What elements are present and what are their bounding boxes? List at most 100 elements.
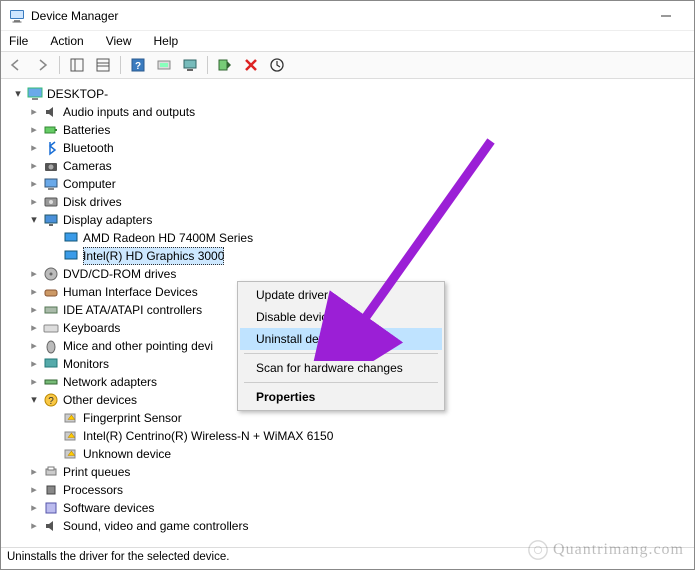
node-label: Software devices xyxy=(63,499,154,517)
back-button[interactable] xyxy=(5,54,27,76)
node-label: Computer xyxy=(63,175,116,193)
expand-icon[interactable] xyxy=(27,373,41,391)
expand-icon[interactable] xyxy=(27,463,41,481)
node-label: Unknown device xyxy=(83,445,171,463)
tree-node[interactable]: Display adapters xyxy=(5,211,692,229)
minimize-button[interactable] xyxy=(646,2,686,30)
scan-hardware-button[interactable] xyxy=(266,54,288,76)
ctx-properties[interactable]: Properties xyxy=(240,386,442,408)
expand-icon[interactable] xyxy=(27,211,41,229)
warning-icon xyxy=(63,428,79,444)
menubar: File Action View Help xyxy=(1,31,694,51)
tree-root[interactable]: DESKTOP- xyxy=(5,85,692,103)
ctx-separator xyxy=(244,382,438,383)
node-label: Print queues xyxy=(63,463,130,481)
expand-icon[interactable] xyxy=(27,139,41,157)
disable-device-icon[interactable] xyxy=(179,54,201,76)
tree-node[interactable]: Batteries xyxy=(5,121,692,139)
context-menu: Update driver Disable device Uninstall d… xyxy=(237,281,445,411)
keyboard-icon xyxy=(43,320,59,336)
tree-leaf[interactable]: Intel(R) Centrino(R) Wireless-N + WiMAX … xyxy=(5,427,692,445)
node-label: Display adapters xyxy=(63,211,152,229)
tree-node[interactable]: Computer xyxy=(5,175,692,193)
ctx-scan-hardware[interactable]: Scan for hardware changes xyxy=(240,357,442,379)
forward-button[interactable] xyxy=(31,54,53,76)
other-icon: ? xyxy=(43,392,59,408)
menu-action[interactable]: Action xyxy=(46,32,87,50)
expand-icon[interactable] xyxy=(27,319,41,337)
enable-action-icon[interactable] xyxy=(214,54,236,76)
expand-icon[interactable] xyxy=(27,265,41,283)
tree-node[interactable]: Cameras xyxy=(5,157,692,175)
hid-icon xyxy=(43,284,59,300)
expand-icon[interactable] xyxy=(27,121,41,139)
tree-node[interactable]: Audio inputs and outputs xyxy=(5,103,692,121)
expand-icon[interactable] xyxy=(27,499,41,517)
tree-node[interactable]: Processors xyxy=(5,481,692,499)
ctx-disable-device[interactable]: Disable device xyxy=(240,306,442,328)
expand-icon[interactable] xyxy=(27,193,41,211)
ctx-separator xyxy=(244,353,438,354)
node-label: Keyboards xyxy=(63,319,120,337)
tree-node[interactable]: Software devices xyxy=(5,499,692,517)
toolbar: ? xyxy=(1,51,694,79)
expand-icon[interactable] xyxy=(27,355,41,373)
tree-leaf[interactable]: Unknown device xyxy=(5,445,692,463)
expand-icon[interactable] xyxy=(27,535,41,539)
expand-icon[interactable] xyxy=(27,157,41,175)
help-button[interactable]: ? xyxy=(127,54,149,76)
cdrom-icon xyxy=(43,266,59,282)
audio-icon xyxy=(43,104,59,120)
show-hide-console-tree-button[interactable] xyxy=(66,54,88,76)
warning-icon xyxy=(63,446,79,462)
network-icon xyxy=(43,374,59,390)
gpu-icon xyxy=(63,230,79,246)
ide-icon xyxy=(43,302,59,318)
ctx-uninstall-device[interactable]: Uninstall device xyxy=(240,328,442,350)
gpu-icon xyxy=(63,248,79,264)
mouse-icon xyxy=(43,338,59,354)
expand-icon[interactable] xyxy=(27,283,41,301)
node-label: Monitors xyxy=(63,355,109,373)
expand-icon[interactable] xyxy=(27,301,41,319)
tree-leaf-selected[interactable]: Intel(R) HD Graphics 3000 xyxy=(5,247,692,265)
expand-icon[interactable] xyxy=(27,481,41,499)
tree-leaf[interactable]: Fingerprint Sensor xyxy=(5,409,692,427)
properties-button[interactable] xyxy=(92,54,114,76)
expand-icon[interactable] xyxy=(11,85,25,103)
app-icon xyxy=(9,8,25,24)
software-icon xyxy=(43,500,59,516)
menu-view[interactable]: View xyxy=(102,32,136,50)
status-text: Uninstalls the driver for the selected d… xyxy=(7,551,229,563)
menu-file[interactable]: File xyxy=(5,32,32,50)
tree-node[interactable]: Disk drives xyxy=(5,193,692,211)
storage-icon xyxy=(43,536,59,539)
tree-root-label: DESKTOP- xyxy=(47,85,108,103)
node-label: Network adapters xyxy=(63,373,157,391)
expand-icon[interactable] xyxy=(27,103,41,121)
uninstall-button[interactable] xyxy=(240,54,262,76)
warning-icon xyxy=(63,410,79,426)
node-label: AMD Radeon HD 7400M Series xyxy=(83,229,253,247)
node-label: Other devices xyxy=(63,391,137,409)
tree-node[interactable]: Bluetooth xyxy=(5,139,692,157)
node-label: Human Interface Devices xyxy=(63,283,198,301)
computer-icon xyxy=(27,86,43,102)
tree-node[interactable]: Sound, video and game controllers xyxy=(5,517,692,535)
tree-node[interactable]: Print queues xyxy=(5,463,692,481)
sound-icon xyxy=(43,518,59,534)
expand-icon[interactable] xyxy=(27,175,41,193)
expand-icon[interactable] xyxy=(27,337,41,355)
svg-text:?: ? xyxy=(135,61,141,72)
expand-icon[interactable] xyxy=(27,391,41,409)
node-label: DVD/CD-ROM drives xyxy=(63,265,176,283)
update-driver-icon[interactable] xyxy=(153,54,175,76)
tree-leaf[interactable]: AMD Radeon HD 7400M Series xyxy=(5,229,692,247)
node-label: IDE ATA/ATAPI controllers xyxy=(63,301,202,319)
ctx-update-driver[interactable]: Update driver xyxy=(240,284,442,306)
menu-help[interactable]: Help xyxy=(150,32,183,50)
node-label: Audio inputs and outputs xyxy=(63,103,195,121)
monitor-icon xyxy=(43,356,59,372)
tree-node[interactable]: Storage controllers xyxy=(5,535,692,539)
expand-icon[interactable] xyxy=(27,517,41,535)
